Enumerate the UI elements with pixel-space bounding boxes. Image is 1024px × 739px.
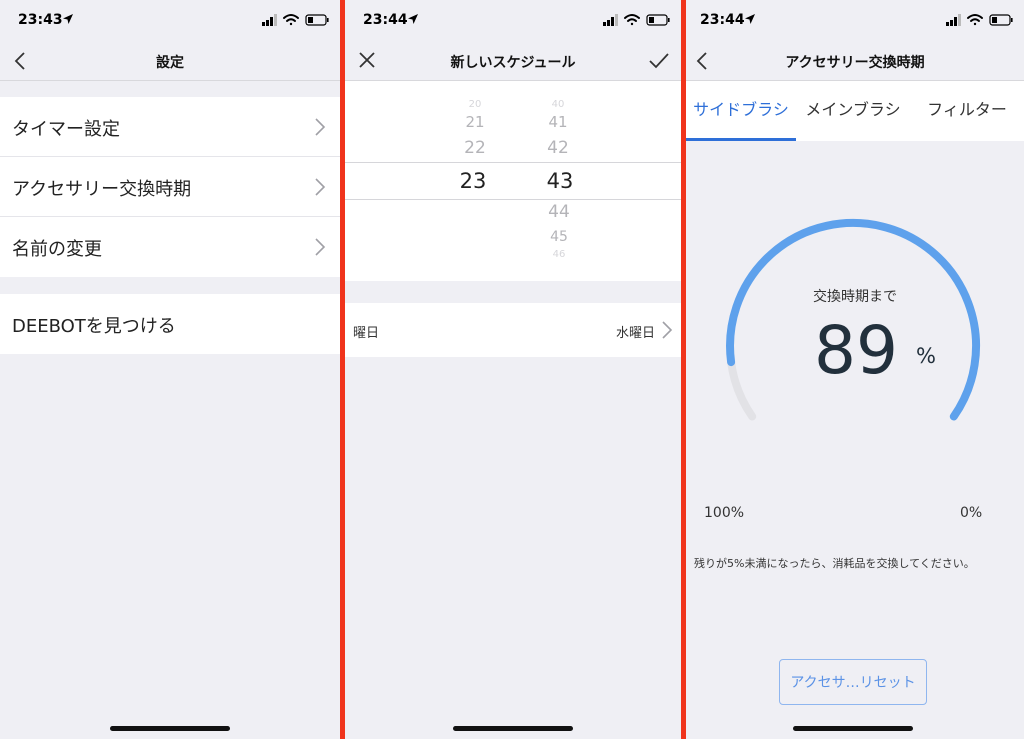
settings-menu: タイマー設定 アクセサリー交換時期 名前の変更 (0, 97, 340, 277)
signal-icon (262, 14, 277, 26)
chevron-right-icon (315, 238, 326, 256)
picker-minute-option[interactable]: 40 (528, 99, 588, 110)
signal-icon (603, 14, 618, 26)
tab-side-brush[interactable]: サイドブラシ (686, 81, 796, 141)
status-bar: 23:44 (686, 0, 1024, 40)
accessory-reset-button[interactable]: アクセサ…リセット (779, 659, 927, 705)
find-deebot-item[interactable]: DEEBOTを見つける (0, 294, 340, 354)
nav-bar: アクセサリー交換時期 (686, 40, 1024, 80)
chevron-right-icon (662, 321, 673, 339)
picker-selection-band (345, 162, 681, 200)
home-indicator[interactable] (793, 726, 913, 731)
battery-icon (989, 14, 1013, 26)
wifi-icon (967, 14, 983, 26)
page-title: アクセサリー交換時期 (785, 55, 925, 71)
menu-item-label: 名前の変更 (12, 239, 102, 260)
nav-bar: 設定 (0, 40, 340, 80)
chevron-right-icon (315, 178, 326, 196)
time-picker[interactable]: 20 21 22 23 40 41 42 43 44 45 46 (345, 81, 681, 281)
picker-minute-option[interactable]: 45 (529, 229, 589, 245)
chevron-right-icon (315, 118, 326, 136)
nav-bar: 新しいスケジュール (345, 40, 681, 80)
find-deebot-label: DEEBOTを見つける (12, 316, 176, 337)
gauge-track (727, 358, 757, 421)
weekday-row[interactable]: 曜日 水曜日 (345, 303, 681, 357)
home-indicator[interactable] (453, 726, 573, 731)
picker-minute-option[interactable]: 42 (528, 138, 588, 158)
page-title: 新しいスケジュール (450, 55, 576, 71)
wifi-icon (283, 14, 299, 26)
status-time: 23:44 (700, 12, 745, 28)
replacement-note: 残りが5%未満になったら、消耗品を交換してください。 (694, 557, 975, 570)
system-status-icons (603, 14, 670, 26)
gauge-min-label: 100% (704, 505, 745, 521)
home-indicator[interactable] (110, 726, 230, 731)
menu-item-accessory[interactable]: アクセサリー交換時期 (0, 157, 340, 217)
page-title: 設定 (156, 55, 184, 71)
status-bar: 23:44 (345, 0, 681, 40)
tab-filter[interactable]: フィルター (910, 81, 1024, 141)
picker-minute-option[interactable]: 46 (529, 249, 589, 260)
menu-item-rename[interactable]: 名前の変更 (0, 217, 340, 277)
status-time: 23:44 (363, 12, 408, 28)
picker-minute-option[interactable]: 44 (529, 202, 589, 222)
signal-icon (946, 14, 961, 26)
wifi-icon (624, 14, 640, 26)
accessory-tabs: サイドブラシ メインブラシ フィルター (686, 81, 1024, 141)
picker-hour-option[interactable]: 22 (445, 138, 505, 158)
menu-item-timer[interactable]: タイマー設定 (0, 97, 340, 157)
status-bar: 23:43 (0, 0, 340, 40)
new-schedule-screen: 23:44 新しいスケジュール 20 21 22 23 40 41 42 43 … (345, 0, 681, 739)
tab-main-brush[interactable]: メインブラシ (796, 81, 910, 141)
menu-item-label: タイマー設定 (12, 119, 120, 140)
gauge-unit: % (916, 344, 936, 368)
location-arrow-icon (408, 14, 418, 24)
system-status-icons (946, 14, 1013, 26)
checkmark-icon[interactable] (647, 50, 671, 72)
settings-screen: 23:43 設定 タイマー設定 アクセサリー交換時期 名前の変更 DEEBOTを… (0, 0, 340, 739)
gauge-caption: 交換時期まで (813, 289, 897, 305)
status-time: 23:43 (18, 12, 63, 28)
picker-hour-selected[interactable]: 23 (443, 169, 503, 193)
weekday-value: 水曜日 (615, 326, 655, 341)
picker-minute-selected[interactable]: 43 (530, 169, 590, 193)
accessory-screen: 23:44 アクセサリー交換時期 サイドブラシ メインブラシ フィルター 交換時… (686, 0, 1024, 739)
gauge-max-label: 0% (960, 505, 983, 521)
battery-icon (305, 14, 329, 26)
location-arrow-icon (745, 14, 755, 24)
find-section: DEEBOTを見つける (0, 294, 340, 354)
picker-minute-option[interactable]: 41 (528, 113, 588, 131)
gauge-value: 89 (814, 312, 898, 389)
location-arrow-icon (63, 14, 73, 24)
picker-hour-option[interactable]: 21 (445, 113, 505, 131)
system-status-icons (262, 14, 329, 26)
weekday-label: 曜日 (353, 326, 380, 341)
menu-item-label: アクセサリー交換時期 (12, 179, 192, 200)
battery-icon (646, 14, 670, 26)
picker-hour-option[interactable]: 20 (445, 99, 505, 110)
